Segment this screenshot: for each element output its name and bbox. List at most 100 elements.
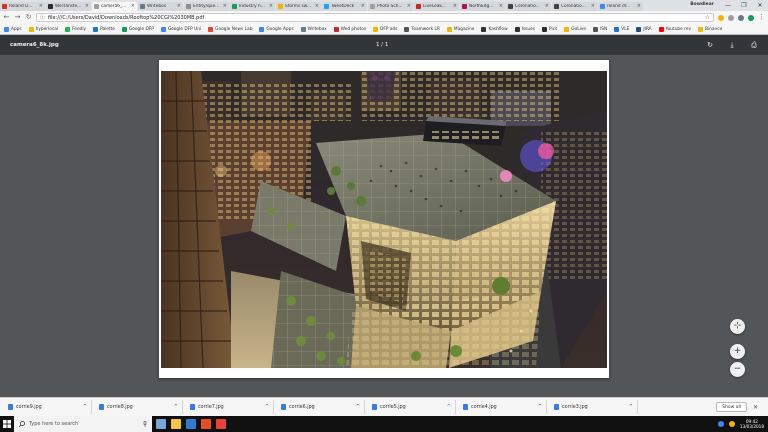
browser-tab[interactable]: Industry h... ×	[230, 2, 275, 11]
download-menu-caret-icon[interactable]: ^	[356, 404, 360, 410]
taskbar-app-icon[interactable]	[201, 419, 211, 429]
browser-tab[interactable]: Entity/que... ×	[184, 2, 229, 11]
download-item[interactable]: corrie3.jpg ^	[550, 400, 638, 414]
extension-icon[interactable]	[728, 14, 734, 21]
extension-icon[interactable]	[738, 14, 744, 21]
bookmark-item[interactable]: Pics	[542, 26, 557, 32]
bookmark-item[interactable]: hyperlocal	[28, 26, 58, 32]
tab-close-icon[interactable]: ×	[591, 4, 595, 9]
browser-tab[interactable]: roland dr... ×	[598, 2, 643, 11]
browser-tab[interactable]: Coronatio... ×	[552, 2, 597, 11]
bookmark-item[interactable]: Google Apps	[259, 26, 294, 32]
download-item[interactable]: corrie9.jpg ^	[4, 400, 92, 414]
forward-button[interactable]: →	[14, 14, 21, 21]
bookmark-item[interactable]: ISN	[593, 26, 607, 32]
tab-close-icon[interactable]: ×	[315, 4, 319, 9]
bookmark-item[interactable]: VLE	[614, 26, 629, 32]
bookmark-item[interactable]: Teamwork LR	[404, 26, 440, 32]
rotate-icon[interactable]: ↻	[706, 41, 714, 50]
tab-close-icon[interactable]: ×	[637, 4, 641, 9]
bookmark-item[interactable]: Google DFP Uni	[160, 26, 201, 32]
bookmark-item[interactable]: Feedly	[65, 26, 86, 32]
bookmark-item[interactable]: DFP ads	[373, 26, 397, 32]
bookmark-item[interactable]: Youtube rev	[658, 26, 691, 32]
url-text[interactable]: file:///C:/Users/David/Downloads/Rooftop…	[48, 15, 702, 21]
start-button[interactable]	[0, 416, 14, 432]
minimize-button[interactable]: —	[720, 0, 736, 11]
pdf-viewer[interactable]: ⊹ + −	[0, 55, 768, 397]
bookmark-item[interactable]: Magazine	[446, 26, 474, 32]
download-item[interactable]: corrie6.jpg ^	[277, 400, 365, 414]
tab-close-icon[interactable]: ×	[131, 4, 135, 9]
tab-close-icon[interactable]: ×	[39, 4, 43, 9]
browser-tab[interactable]: WeTransfe... ×	[46, 2, 91, 11]
bookmark-star-icon[interactable]: ☆	[705, 14, 710, 21]
download-menu-caret-icon[interactable]: ^	[174, 404, 178, 410]
browser-tab[interactable]: camera6_... ×	[92, 2, 137, 11]
taskbar-app-icon[interactable]	[186, 419, 196, 429]
bookmark-item[interactable]: Palette	[93, 26, 115, 32]
close-window-button[interactable]: ✕	[752, 0, 768, 11]
bookmark-item[interactable]: Google News Lab	[208, 26, 252, 32]
fit-to-page-button[interactable]: ⊹	[730, 319, 745, 334]
bookmark-item[interactable]: JIRA	[636, 26, 652, 32]
tray-icon[interactable]	[728, 421, 735, 427]
profile-name[interactable]: Bowdlear	[690, 2, 720, 9]
bookmark-item[interactable]: Google DFP	[121, 26, 154, 32]
download-menu-caret-icon[interactable]: ^	[83, 404, 87, 410]
extension-icon[interactable]	[748, 14, 754, 21]
zoom-out-button[interactable]: −	[730, 362, 745, 377]
download-item[interactable]: corrie8.jpg ^	[95, 400, 183, 414]
browser-tab[interactable]: TweetDeck ×	[322, 2, 367, 11]
bookmark-item[interactable]: Binance	[698, 26, 722, 32]
tab-close-icon[interactable]: ×	[269, 4, 273, 9]
taskbar-search[interactable]: Type here to search	[14, 416, 152, 432]
tab-close-icon[interactable]: ×	[223, 4, 227, 9]
bookmark-item[interactable]: Wed photos	[333, 26, 366, 32]
back-button[interactable]: ←	[3, 14, 10, 21]
tab-close-icon[interactable]: ×	[177, 4, 181, 9]
browser-tab[interactable]: NorthEdg... ×	[460, 2, 505, 11]
tab-close-icon[interactable]: ×	[85, 4, 89, 9]
tab-close-icon[interactable]: ×	[499, 4, 503, 9]
bookmark-item[interactable]: Writebox	[300, 26, 327, 32]
bookmark-item[interactable]: Apps	[4, 26, 22, 32]
download-item[interactable]: corrie4.jpg ^	[459, 400, 547, 414]
tab-close-icon[interactable]: ×	[545, 4, 549, 9]
download-item[interactable]: corrie7.jpg ^	[186, 400, 274, 414]
microphone-icon[interactable]	[143, 421, 147, 427]
download-menu-caret-icon[interactable]: ^	[447, 404, 451, 410]
address-bar[interactable]: ⓘ file:///C:/Users/David/Downloads/Rooft…	[36, 13, 714, 22]
clock[interactable]: 09:42 13/03/2018	[740, 419, 764, 429]
browser-tab[interactable]: Roland D... ×	[0, 2, 45, 11]
browser-tab[interactable]: Writebox ×	[138, 2, 183, 11]
bookmark-item[interactable]: Kashflow	[481, 26, 508, 32]
download-icon[interactable]: ⤓	[728, 41, 736, 50]
browser-tab[interactable]: Storms sw... ×	[276, 2, 321, 11]
info-icon[interactable]: ⓘ	[40, 14, 45, 21]
taskbar-app-icon[interactable]	[216, 419, 226, 429]
browser-tab[interactable]: Photo Sch... ×	[368, 2, 413, 11]
browser-menu-icon[interactable]: ⋮	[758, 14, 765, 21]
taskbar-app-icon[interactable]	[171, 419, 181, 429]
tray-icon[interactable]	[717, 421, 724, 427]
download-menu-caret-icon[interactable]: ^	[629, 404, 633, 410]
reload-button[interactable]: ↻	[25, 14, 32, 21]
print-icon[interactable]: ⎙	[750, 41, 758, 50]
new-tab-button[interactable]	[644, 2, 654, 11]
download-menu-caret-icon[interactable]: ^	[265, 404, 269, 410]
show-all-button[interactable]: Show all	[716, 402, 747, 412]
browser-tab[interactable]: LiveLeak... ×	[414, 2, 459, 11]
bookmark-item[interactable]: Issues	[514, 26, 535, 32]
extension-icon[interactable]	[718, 14, 724, 21]
maximize-button[interactable]: ❐	[736, 0, 752, 11]
tab-close-icon[interactable]: ×	[361, 4, 365, 9]
taskbar-app-icon[interactable]	[156, 419, 166, 429]
browser-tab[interactable]: Coronatio... ×	[506, 2, 551, 11]
zoom-in-button[interactable]: +	[730, 344, 745, 359]
tab-close-icon[interactable]: ×	[407, 4, 411, 9]
tab-close-icon[interactable]: ×	[453, 4, 457, 9]
download-item[interactable]: corrie5.jpg ^	[368, 400, 456, 414]
download-menu-caret-icon[interactable]: ^	[538, 404, 542, 410]
bookmark-item[interactable]: GoLive	[564, 26, 586, 32]
